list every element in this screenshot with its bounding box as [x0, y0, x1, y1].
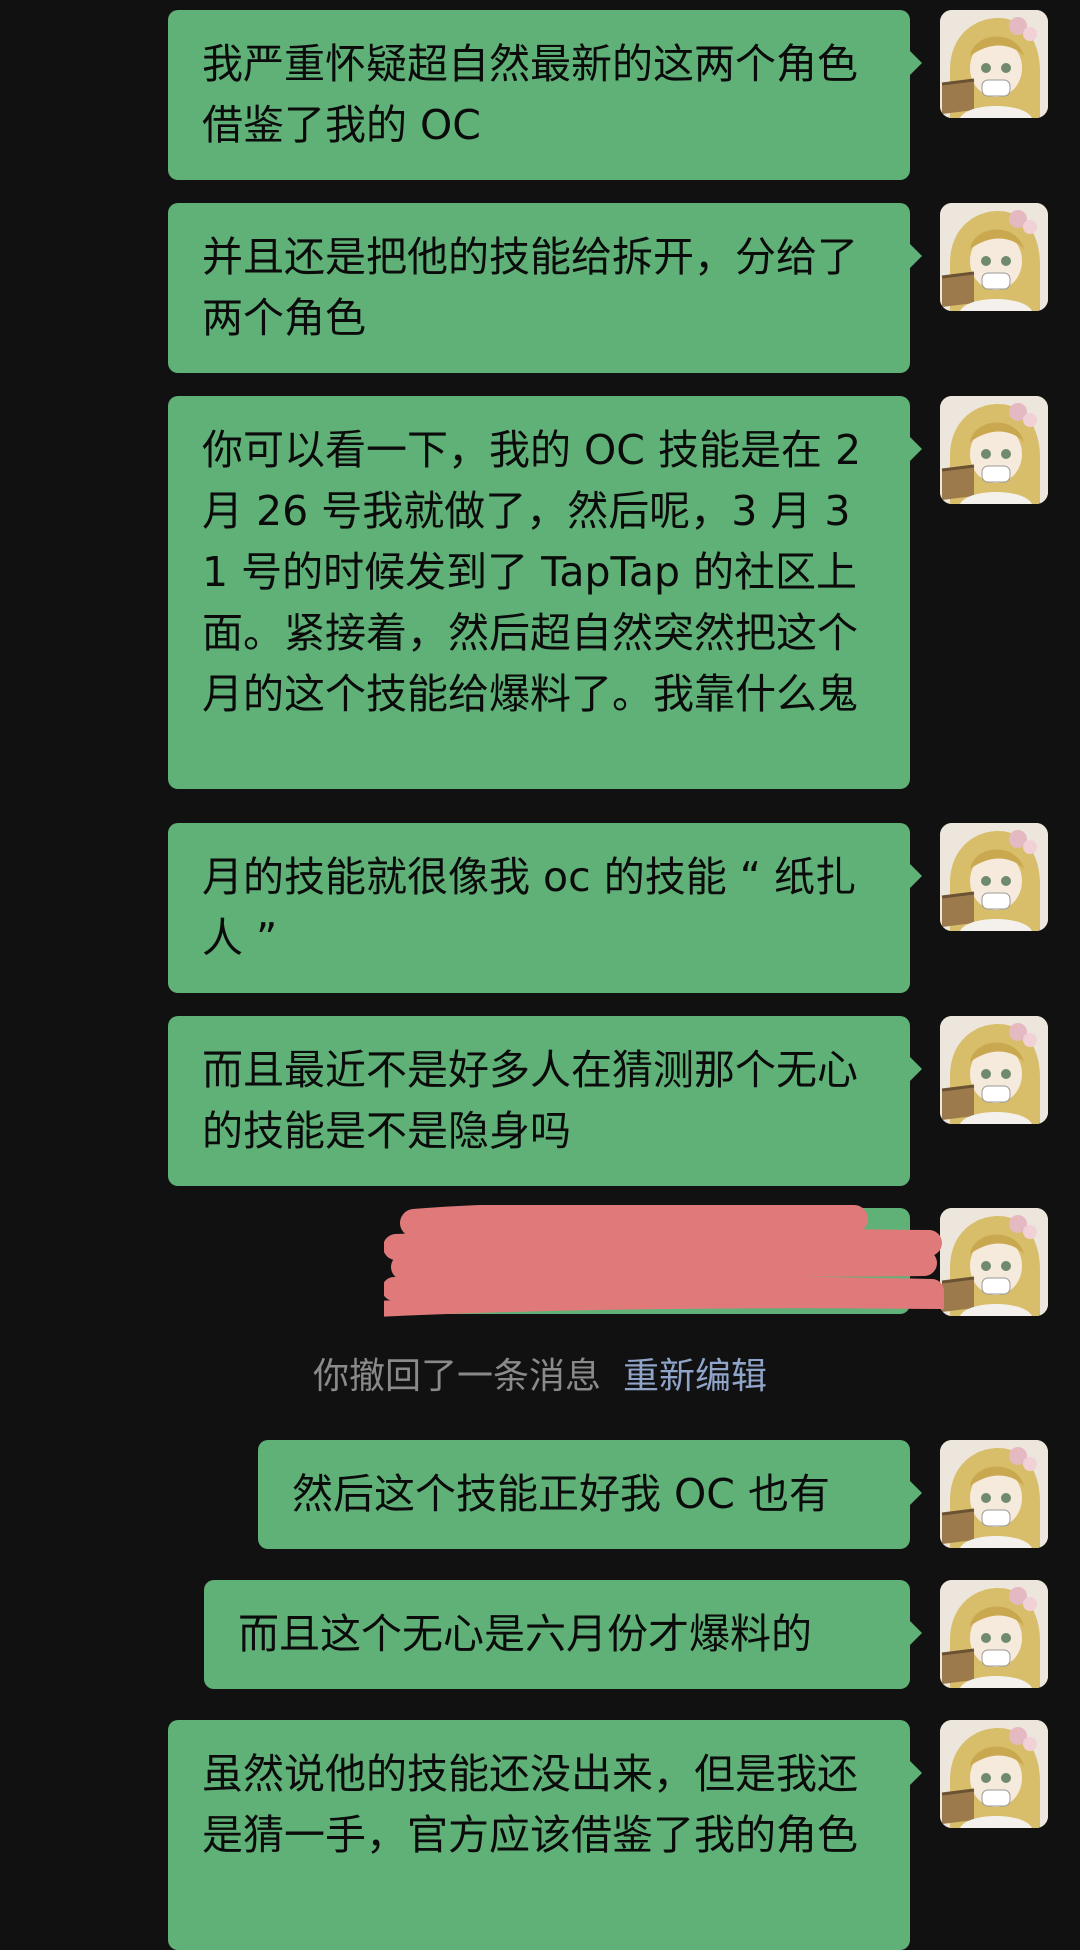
message-row: 而且最近不是好多人在猜测那个无心的技能是不是隐身吗	[168, 1016, 1048, 1186]
user-avatar-icon[interactable]	[940, 1580, 1048, 1688]
user-avatar-icon[interactable]	[940, 203, 1048, 311]
user-avatar-icon[interactable]	[940, 1208, 1048, 1316]
recall-notice-text: 你撤回了一条消息	[312, 1356, 601, 1397]
recall-notice: 你撤回了一条消息 重新编辑	[0, 1353, 1080, 1401]
message-row: 虽然说他的技能还没出来，但是我还是猜一手，官方应该借鉴了我的角色	[168, 1720, 1048, 1950]
message-row: 而且这个无心是六月份才爆料的	[204, 1580, 1048, 1689]
message-bubble[interactable]: 而且最近不是好多人在猜测那个无心的技能是不是隐身吗	[168, 1016, 922, 1186]
message-row: 你可以看一下，我的 OC 技能是在 2 月 26 号我就做了，然后呢，3 月 3…	[168, 396, 1048, 789]
user-avatar-icon[interactable]	[940, 10, 1048, 118]
chat-view: 我严重怀疑超自然最新的这两个角色借鉴了我的 OC 并且还是把他的技能给拆开，分给…	[0, 0, 1080, 1950]
user-avatar-icon[interactable]	[940, 1016, 1048, 1124]
user-avatar-icon[interactable]	[940, 396, 1048, 504]
message-bubble[interactable]: 而且这个无心是六月份才爆料的	[204, 1580, 922, 1689]
message-bubble[interactable]: 我严重怀疑超自然最新的这两个角色借鉴了我的 OC	[168, 10, 922, 180]
message-row: 然后这个技能正好我 OC 也有	[258, 1440, 1048, 1549]
message-row: 月的技能就很像我 oc 的技能 “ 纸扎人 ”	[168, 823, 1048, 993]
user-avatar-icon[interactable]	[940, 823, 1048, 931]
user-avatar-icon[interactable]	[940, 1720, 1048, 1828]
message-bubble[interactable]: 然后这个技能正好我 OC 也有	[258, 1440, 922, 1549]
message-bubble[interactable]: 并且还是把他的技能给拆开，分给了两个角色	[168, 203, 922, 373]
redaction-scribble	[384, 1205, 944, 1317]
message-row: 我严重怀疑超自然最新的这两个角色借鉴了我的 OC	[168, 10, 1048, 180]
message-bubble[interactable]: 虽然说他的技能还没出来，但是我还是猜一手，官方应该借鉴了我的角色	[168, 1720, 922, 1950]
message-bubble[interactable]: 月的技能就很像我 oc 的技能 “ 纸扎人 ”	[168, 823, 922, 993]
reedit-link[interactable]: 重新编辑	[623, 1356, 767, 1397]
message-row: 并且还是把他的技能给拆开，分给了两个角色	[168, 203, 1048, 373]
user-avatar-icon[interactable]	[940, 1440, 1048, 1548]
message-bubble[interactable]: 你可以看一下，我的 OC 技能是在 2 月 26 号我就做了，然后呢，3 月 3…	[168, 396, 922, 789]
